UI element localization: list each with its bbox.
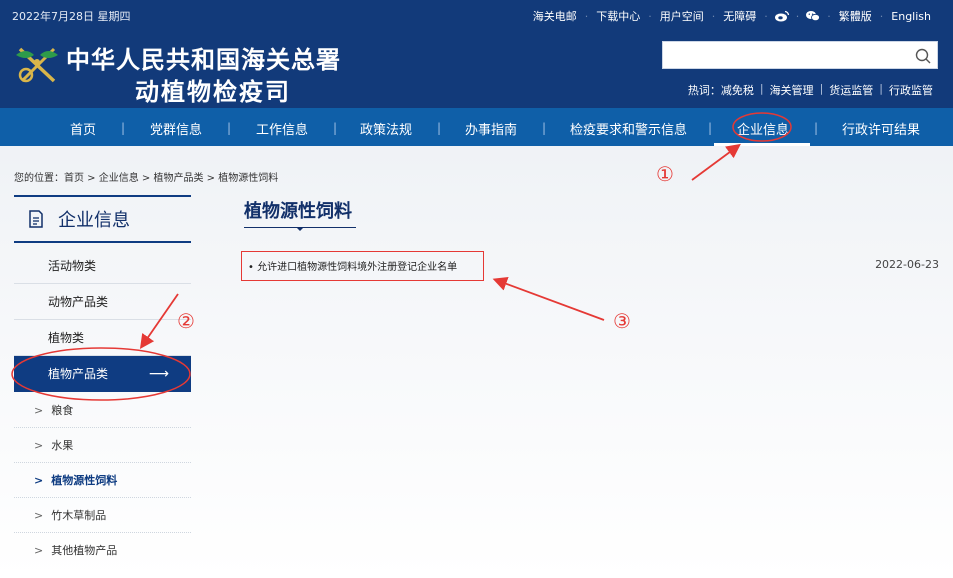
nav-item-guide[interactable]: 办事指南 xyxy=(465,119,517,138)
hot-word-separator: | xyxy=(879,82,883,95)
annotation-number-2: ② xyxy=(177,309,195,333)
annotation-arrow-3 xyxy=(492,276,605,321)
sub-item-other-plant-products[interactable]: > 其他植物产品 xyxy=(14,533,191,568)
nav-item-policy[interactable]: 政策法规 xyxy=(360,119,412,138)
nav-separator: | xyxy=(437,121,442,135)
nav-separator: | xyxy=(814,121,819,135)
top-link-english[interactable]: English xyxy=(889,10,933,23)
nav-item-party[interactable]: 党群信息 xyxy=(150,119,202,138)
nav-separator: | xyxy=(542,121,547,135)
top-link-user-space[interactable]: 用户空间 xyxy=(658,8,706,24)
annotation-number-3: ③ xyxy=(613,309,631,333)
weibo-icon[interactable] xyxy=(774,10,790,22)
sub-item-label: 其他植物产品 xyxy=(51,544,118,557)
hot-word[interactable]: 海关管理 xyxy=(770,82,814,98)
hot-word[interactable]: 减免税 xyxy=(721,82,754,98)
top-link-separator: · xyxy=(795,9,800,23)
sub-item-bamboo-wood[interactable]: > 竹木草制品 xyxy=(14,498,191,533)
top-links: 海关电邮 · 下载中心 · 用户空间 · 无障碍 · · · 繁體版 · Eng… xyxy=(531,8,933,24)
article-date: 2022-06-23 xyxy=(875,258,939,271)
nav-item-home[interactable]: 首页 xyxy=(70,119,96,138)
top-link-download[interactable]: 下载中心 xyxy=(594,8,642,24)
top-link-separator: · xyxy=(827,9,831,23)
main-nav: 首页 | 党群信息 | 工作信息 | 政策法规 | 办事指南 | 检疫要求和警示… xyxy=(0,108,953,146)
current-date: 2022年7月28日 星期四 xyxy=(12,10,131,23)
top-link-traditional[interactable]: 繁體版 xyxy=(837,8,874,24)
site-title-line2: 动植物检疫司 xyxy=(135,77,291,106)
site-header: 2022年7月28日 星期四 海关电邮 · 下载中心 · 用户空间 · 无障碍 … xyxy=(0,0,953,108)
nav-separator: | xyxy=(227,121,232,135)
chevron-right-icon: > xyxy=(34,404,44,417)
annotation-arrow-1 xyxy=(691,143,741,181)
sidebar-title: 企业信息 xyxy=(14,195,191,243)
top-link-separator: · xyxy=(584,9,589,23)
nav-item-enterprise[interactable]: 企业信息 xyxy=(737,119,789,138)
hot-word-separator: | xyxy=(819,82,824,95)
breadcrumb: 您的位置：首页 > 企业信息 > 植物产品类 > 植物源性饲料 xyxy=(14,173,279,184)
sub-item-label: 竹木草制品 xyxy=(51,509,107,522)
chevron-right-icon: > xyxy=(34,509,44,522)
hot-word[interactable]: 行政监管 xyxy=(889,82,933,98)
sidebar-item-label: 植物产品类 xyxy=(48,367,109,381)
sidebar-item-plants[interactable]: 植物类 xyxy=(14,320,191,356)
hot-word-separator: | xyxy=(759,82,764,95)
title-underline-marker xyxy=(296,227,304,231)
nav-separator: | xyxy=(121,121,126,135)
document-icon xyxy=(29,210,43,228)
sub-item-label: 粮食 xyxy=(51,404,74,417)
nav-item-work[interactable]: 工作信息 xyxy=(256,119,308,138)
chevron-right-icon: > xyxy=(34,439,44,452)
nav-separator: | xyxy=(708,121,713,135)
sub-item-label: 水果 xyxy=(51,439,74,452)
top-link-separator: · xyxy=(711,9,716,23)
search-input[interactable] xyxy=(663,42,903,68)
top-link-separator: · xyxy=(648,9,652,23)
sub-item-fruit[interactable]: > 水果 xyxy=(14,428,191,463)
wechat-icon[interactable] xyxy=(805,10,821,22)
hot-words: 热词： 减免税 | 海关管理 | 货运监管 | 行政监管 xyxy=(688,82,933,98)
sidebar-item-animal-products[interactable]: 动物产品类 xyxy=(14,284,191,320)
sidebar-item-plant-products[interactable]: 植物产品类 ⟶ xyxy=(14,356,191,392)
annotation-highlight-box xyxy=(241,251,484,281)
top-link-accessibility[interactable]: 无障碍 xyxy=(721,8,758,24)
hot-word[interactable]: 货运监管 xyxy=(829,82,873,98)
sub-item-label: 植物源性饲料 xyxy=(51,474,118,487)
arrow-right-icon: ⟶ xyxy=(148,366,169,382)
top-link-separator: · xyxy=(764,9,768,23)
top-link-email[interactable]: 海关电邮 xyxy=(531,8,579,24)
sub-item-plant-feed[interactable]: > 植物源性饲料 xyxy=(14,463,191,498)
page-title: 植物源性饲料 xyxy=(244,201,352,222)
annotation-number-1: ① xyxy=(656,162,674,186)
nav-item-permits[interactable]: 行政许可结果 xyxy=(842,119,920,138)
sidebar-title-text: 企业信息 xyxy=(58,210,130,231)
nav-item-quarantine[interactable]: 检疫要求和警示信息 xyxy=(570,119,687,138)
top-link-separator: · xyxy=(879,9,884,23)
customs-emblem-logo[interactable] xyxy=(14,41,60,87)
nav-separator: | xyxy=(333,121,338,135)
search-box xyxy=(662,41,938,69)
chevron-right-icon: > xyxy=(34,474,44,487)
search-icon[interactable] xyxy=(913,46,933,66)
site-title-line1: 中华人民共和国海关总署 xyxy=(66,45,341,74)
sub-item-grain[interactable]: > 粮食 xyxy=(14,393,191,428)
chevron-right-icon: > xyxy=(34,544,44,557)
nav-active-indicator xyxy=(714,143,810,146)
hot-words-label: 热词： xyxy=(687,84,721,97)
sidebar-item-live-animals[interactable]: 活动物类 xyxy=(14,248,191,284)
